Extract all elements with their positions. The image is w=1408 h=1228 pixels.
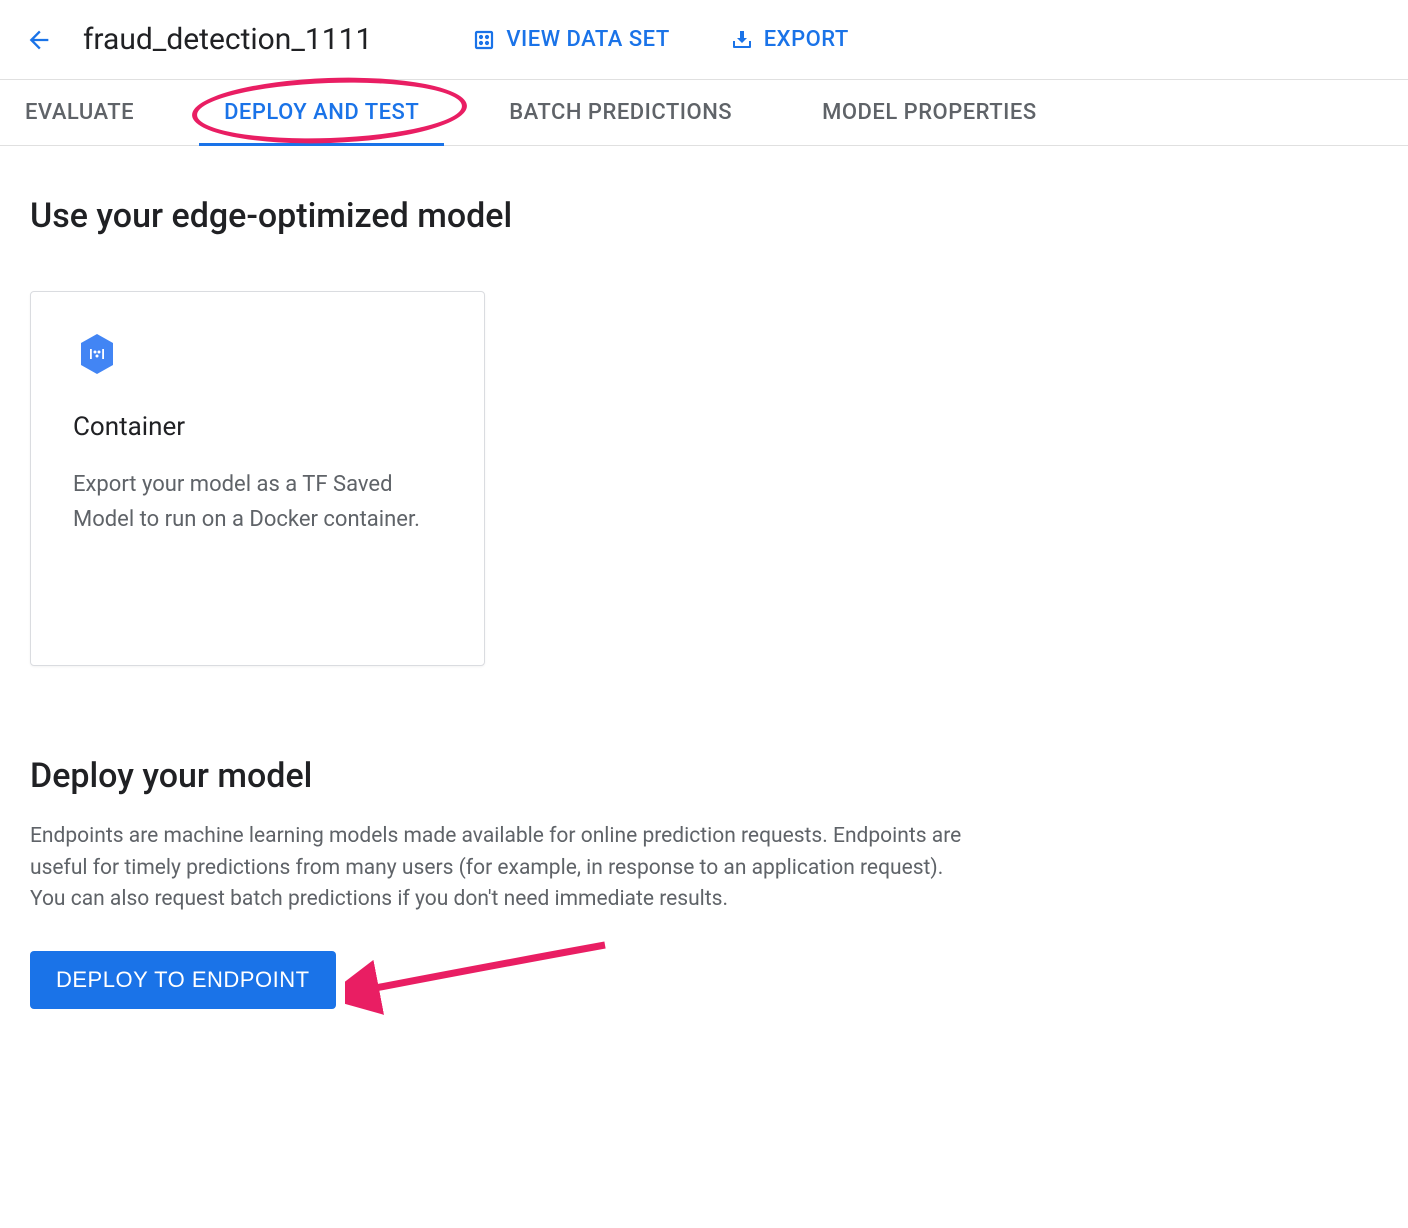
export-button[interactable]: EXPORT <box>730 27 849 52</box>
download-icon <box>730 28 754 52</box>
content: Use your edge-optimized model Container … <box>0 146 1408 1059</box>
container-icon <box>73 330 442 382</box>
tab-model-properties[interactable]: MODEL PROPERTIES <box>822 80 1037 145</box>
page-title: fraud_detection_1111 <box>83 22 372 57</box>
tab-batch-predictions[interactable]: BATCH PREDICTIONS <box>509 80 732 145</box>
container-card-title: Container <box>73 412 442 442</box>
page-header: fraud_detection_1111 VIEW DATA SET EXPOR… <box>0 0 1408 80</box>
deploy-section-description: Endpoints are machine learning models ma… <box>30 821 975 916</box>
container-card-description: Export your model as a TF Saved Model to… <box>73 467 442 537</box>
edge-section-title: Use your edge-optimized model <box>30 196 1378 236</box>
tabs: EVALUATE DEPLOY AND TEST BATCH PREDICTIO… <box>0 80 1408 146</box>
data-set-icon <box>472 28 496 52</box>
deploy-to-endpoint-button[interactable]: DEPLOY TO ENDPOINT <box>30 951 336 1009</box>
tab-evaluate[interactable]: EVALUATE <box>25 80 134 145</box>
view-data-set-button[interactable]: VIEW DATA SET <box>472 27 669 52</box>
deploy-section: Deploy your model Endpoints are machine … <box>30 756 1378 1009</box>
export-label: EXPORT <box>764 27 849 52</box>
deploy-section-title: Deploy your model <box>30 756 1378 796</box>
container-card[interactable]: Container Export your model as a TF Save… <box>30 291 485 666</box>
view-data-set-label: VIEW DATA SET <box>506 27 669 52</box>
arrow-left-icon <box>25 26 53 54</box>
back-button[interactable] <box>25 26 53 54</box>
header-actions: VIEW DATA SET EXPORT <box>472 27 848 52</box>
tab-deploy-and-test[interactable]: DEPLOY AND TEST <box>224 80 419 145</box>
